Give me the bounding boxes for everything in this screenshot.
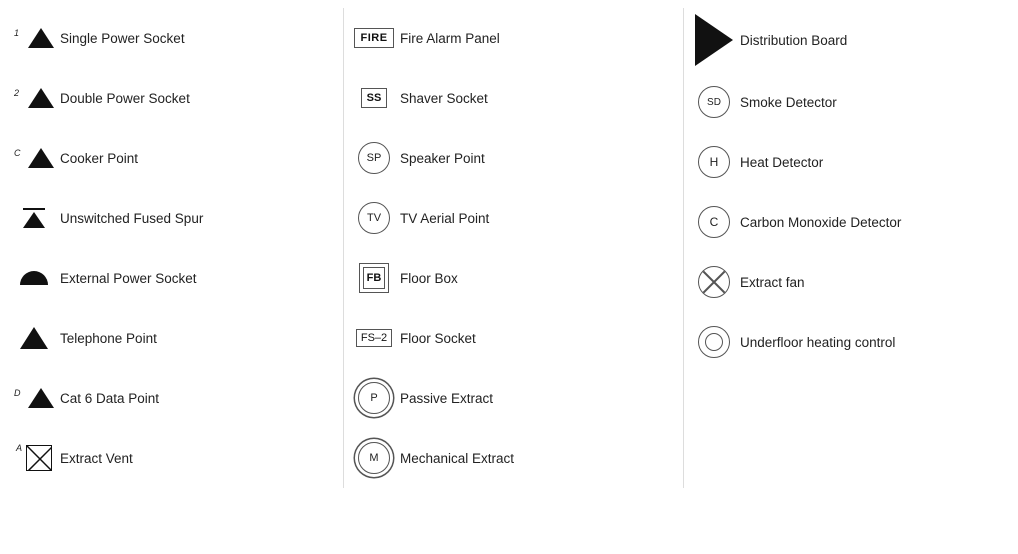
smoke-detector-icon: SD: [698, 86, 730, 118]
extract-vent-icon: A: [16, 445, 52, 471]
passive-extract-icon: P: [358, 382, 390, 414]
telephone-point-icon: [20, 327, 48, 349]
carbon-monoxide-detector-icon-cell: C: [688, 206, 740, 238]
floor-socket-label: Floor Socket: [400, 331, 675, 346]
passive-extract-icon-cell: P: [348, 382, 400, 414]
legend-item-extract-vent: A Extract Vent: [4, 428, 343, 488]
legend-item-mechanical-extract: M Mechanical Extract: [344, 428, 683, 488]
legend-item-floor-socket: FS–2 Floor Socket: [344, 308, 683, 368]
speaker-point-icon-cell: SP: [348, 142, 400, 174]
extract-fan-label: Extract fan: [740, 275, 1014, 290]
column-3: Distribution Board SD Smoke Detector H H…: [684, 8, 1018, 488]
extract-vent-label: Extract Vent: [60, 451, 335, 466]
tv-aerial-point-label: TV Aerial Point: [400, 211, 675, 226]
double-power-socket-icon: 2: [14, 88, 54, 108]
legend-item-smoke-detector: SD Smoke Detector: [684, 72, 1018, 132]
tv-aerial-point-icon: TV: [358, 202, 390, 234]
smoke-detector-label: Smoke Detector: [740, 95, 1014, 110]
floor-socket-icon: FS–2: [356, 329, 392, 347]
unswitched-fused-spur-label: Unswitched Fused Spur: [60, 211, 335, 226]
legend-item-distribution-board: Distribution Board: [684, 8, 1018, 72]
smoke-detector-icon-cell: SD: [688, 86, 740, 118]
legend-item-underfloor-heating-control: Underfloor heating control: [684, 312, 1018, 372]
carbon-monoxide-detector-icon: C: [698, 206, 730, 238]
floor-socket-icon-cell: FS–2: [348, 329, 400, 347]
legend-item-cooker-point: C Cooker Point: [4, 128, 343, 188]
single-power-socket-icon: 1: [14, 28, 54, 48]
column-1: 1 Single Power Socket 2 Double Power Soc…: [4, 8, 344, 488]
shaver-socket-icon: SS: [361, 88, 388, 108]
legend-item-floor-box: FB Floor Box: [344, 248, 683, 308]
shaver-socket-label: Shaver Socket: [400, 91, 675, 106]
socket-2-superscript: 2: [14, 88, 19, 98]
legend-item-passive-extract: P Passive Extract: [344, 368, 683, 428]
legend-item-extract-fan: Extract fan: [684, 252, 1018, 312]
heat-detector-label: Heat Detector: [740, 155, 1014, 170]
shaver-socket-icon-cell: SS: [348, 88, 400, 108]
underfloor-heating-control-icon-cell: [688, 326, 740, 358]
cooker-point-icon: C: [14, 148, 54, 168]
legend-item-external-power-socket: External Power Socket: [4, 248, 343, 308]
mechanical-extract-icon-cell: M: [348, 442, 400, 474]
column-2: FIRE Fire Alarm Panel SS Shaver Socket S…: [344, 8, 684, 488]
heat-detector-icon-cell: H: [688, 146, 740, 178]
floor-box-icon: FB: [359, 263, 389, 293]
extract-fan-icon-cell: [688, 266, 740, 298]
extract-vent-x-lines: [27, 446, 52, 471]
single-power-socket-icon-cell: 1: [8, 28, 60, 48]
legend-grid: 1 Single Power Socket 2 Double Power Soc…: [0, 0, 1018, 496]
underfloor-heating-control-icon: [698, 326, 730, 358]
fire-alarm-panel-icon: FIRE: [354, 28, 393, 48]
legend-item-speaker-point: SP Speaker Point: [344, 128, 683, 188]
double-power-socket-label: Double Power Socket: [60, 91, 335, 106]
legend-item-telephone-point: Telephone Point: [4, 308, 343, 368]
single-power-socket-label: Single Power Socket: [60, 31, 335, 46]
cooker-point-label: Cooker Point: [60, 151, 335, 166]
fire-alarm-panel-label: Fire Alarm Panel: [400, 31, 675, 46]
mechanical-extract-label: Mechanical Extract: [400, 451, 675, 466]
underfloor-inner-circle: [705, 333, 723, 351]
fire-alarm-panel-icon-cell: FIRE: [348, 28, 400, 48]
legend-item-unswitched-fused-spur: Unswitched Fused Spur: [4, 188, 343, 248]
cooker-point-icon-cell: C: [8, 148, 60, 168]
cat6-data-point-icon: D: [14, 388, 54, 408]
legend-item-double-power-socket: 2 Double Power Socket: [4, 68, 343, 128]
socket-1-superscript: 1: [14, 28, 19, 38]
speaker-point-label: Speaker Point: [400, 151, 675, 166]
mechanical-extract-icon: M: [358, 442, 390, 474]
extract-vent-icon-cell: A: [8, 445, 60, 471]
floor-box-icon-cell: FB: [348, 263, 400, 293]
unswitched-fused-spur-icon-cell: [8, 208, 60, 228]
external-power-socket-icon: [20, 271, 48, 285]
distribution-board-label: Distribution Board: [740, 33, 1014, 48]
extract-fan-icon: [698, 266, 730, 298]
telephone-point-label: Telephone Point: [60, 331, 335, 346]
legend-item-cat6-data-point: D Cat 6 Data Point: [4, 368, 343, 428]
cat6-data-point-icon-cell: D: [8, 388, 60, 408]
telephone-point-icon-cell: [8, 327, 60, 349]
carbon-monoxide-detector-label: Carbon Monoxide Detector: [740, 215, 1014, 230]
legend-item-shaver-socket: SS Shaver Socket: [344, 68, 683, 128]
floor-box-label: Floor Box: [400, 271, 675, 286]
external-power-socket-icon-cell: [8, 271, 60, 285]
legend-item-single-power-socket: 1 Single Power Socket: [4, 8, 343, 68]
unswitched-fused-spur-icon: [23, 208, 45, 228]
cat6-data-point-label: Cat 6 Data Point: [60, 391, 335, 406]
tv-aerial-point-icon-cell: TV: [348, 202, 400, 234]
double-power-socket-icon-cell: 2: [8, 88, 60, 108]
legend-item-tv-aerial-point: TV TV Aerial Point: [344, 188, 683, 248]
underfloor-heating-control-label: Underfloor heating control: [740, 335, 1014, 350]
speaker-point-icon: SP: [358, 142, 390, 174]
external-power-socket-label: External Power Socket: [60, 271, 335, 286]
legend-item-fire-alarm-panel: FIRE Fire Alarm Panel: [344, 8, 683, 68]
legend-item-heat-detector: H Heat Detector: [684, 132, 1018, 192]
legend-item-carbon-monoxide-detector: C Carbon Monoxide Detector: [684, 192, 1018, 252]
passive-extract-label: Passive Extract: [400, 391, 675, 406]
distribution-board-icon-cell: [688, 14, 740, 66]
distribution-board-icon: [695, 14, 733, 66]
heat-detector-icon: H: [698, 146, 730, 178]
